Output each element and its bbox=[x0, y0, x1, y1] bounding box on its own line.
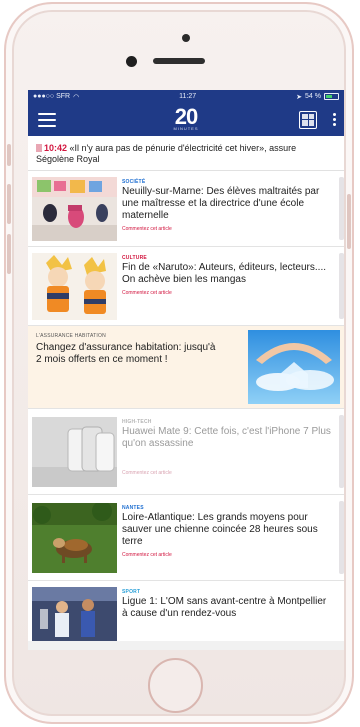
location-icon: ➤ bbox=[296, 93, 303, 101]
newspaper-icon[interactable] bbox=[299, 110, 317, 129]
article-title: Huawei Mate 9: Cette fois, c'est l'iPhon… bbox=[122, 426, 331, 449]
breaking-text: «Il n'y aura pas de pénurie d'électricit… bbox=[36, 143, 297, 164]
article-thumbnail bbox=[32, 503, 117, 573]
proximity-sensor bbox=[126, 56, 137, 67]
front-camera bbox=[182, 34, 190, 42]
article-text: SOCIÉTÉ Neuilly-sur-Marne: Des élèves ma… bbox=[122, 179, 334, 232]
app-logo[interactable]: 20 MINUTES bbox=[173, 104, 199, 132]
article-category: HIGH-TECH bbox=[122, 419, 152, 425]
status-time: 11:27 bbox=[179, 93, 197, 100]
article-title: Loire-Atlantique: Les grands moyens pour… bbox=[122, 512, 318, 547]
article-text: NANTES Loire-Atlantique: Les grands moye… bbox=[122, 505, 334, 558]
ad-text: Changez d'assurance habitation: jusqu'à … bbox=[36, 342, 216, 365]
carrier-label: ●●●○○ SFR bbox=[33, 93, 71, 100]
battery-icon bbox=[323, 93, 339, 100]
ad-label: L'ASSURANCE HABITATION bbox=[36, 333, 106, 339]
vertical-dots-icon[interactable] bbox=[333, 113, 336, 126]
earpiece-speaker bbox=[153, 58, 205, 64]
article-category: SOCIÉTÉ bbox=[122, 179, 146, 185]
article-category: CULTURE bbox=[122, 255, 147, 261]
article-thumbnail bbox=[32, 417, 117, 487]
comment-link[interactable]: Commentez cet article bbox=[122, 552, 334, 558]
status-bar: ●●●○○ SFR ◠ 11:27 ➤ 54 % bbox=[28, 90, 344, 103]
wifi-icon: ◠ bbox=[73, 93, 80, 101]
article-thumbnail bbox=[32, 177, 117, 241]
mute-switch bbox=[7, 144, 11, 166]
battery-label: 54 % bbox=[305, 93, 321, 100]
list-item[interactable]: SOCIÉTÉ Neuilly-sur-Marne: Des élèves ma… bbox=[28, 171, 344, 247]
logo-subtitle: MINUTES bbox=[173, 126, 199, 131]
ad-image bbox=[248, 330, 340, 404]
article-text: SPORT Ligue 1: L'OM sans avant-centre à … bbox=[122, 589, 334, 620]
comment-link[interactable]: Commentez cet article bbox=[122, 470, 334, 476]
next-card-edge bbox=[339, 415, 344, 488]
app-screen: ●●●○○ SFR ◠ 11:27 ➤ 54 % 20 MINUTES 10:4… bbox=[28, 90, 344, 650]
list-item[interactable]: CULTURE Fin de «Naruto»: Auteurs, éditeu… bbox=[28, 247, 344, 326]
logo-number: 20 bbox=[174, 104, 198, 129]
volume-up-button bbox=[7, 184, 11, 224]
article-text: CULTURE Fin de «Naruto»: Auteurs, éditeu… bbox=[122, 255, 334, 296]
next-card-edge bbox=[339, 501, 344, 574]
article-title: Neuilly-sur-Marne: Des élèves maltraités… bbox=[122, 186, 320, 221]
flag-icon bbox=[36, 144, 42, 152]
hamburger-icon[interactable] bbox=[38, 112, 56, 127]
list-item[interactable]: SPORT Ligue 1: L'OM sans avant-centre à … bbox=[28, 581, 344, 641]
article-thumbnail bbox=[32, 253, 117, 320]
next-card-edge bbox=[339, 177, 344, 240]
article-title: Fin de «Naruto»: Auteurs, éditeurs, lect… bbox=[122, 262, 326, 285]
article-text: HIGH-TECH Huawei Mate 9: Cette fois, c'e… bbox=[122, 419, 334, 476]
comment-link[interactable]: Commentez cet article bbox=[122, 226, 334, 232]
comment-link[interactable]: Commentez cet article bbox=[122, 290, 334, 296]
breaking-news-banner[interactable]: 10:42 «Il n'y aura pas de pénurie d'élec… bbox=[28, 136, 344, 171]
article-category: NANTES bbox=[122, 505, 144, 511]
article-category: SPORT bbox=[122, 589, 141, 595]
sponsored-ad[interactable]: L'ASSURANCE HABITATION Changez d'assuran… bbox=[28, 326, 344, 409]
list-item[interactable]: HIGH-TECH Huawei Mate 9: Cette fois, c'e… bbox=[28, 409, 344, 495]
breaking-time: 10:42 bbox=[44, 143, 68, 153]
home-button[interactable] bbox=[148, 658, 203, 713]
article-thumbnail bbox=[32, 587, 117, 641]
app-header: 20 MINUTES bbox=[28, 103, 344, 136]
article-title: Ligue 1: L'OM sans avant-centre à Montpe… bbox=[122, 596, 327, 619]
next-card-edge bbox=[339, 253, 344, 319]
list-item[interactable]: NANTES Loire-Atlantique: Les grands moye… bbox=[28, 495, 344, 581]
power-button bbox=[347, 194, 351, 249]
volume-down-button bbox=[7, 234, 11, 274]
